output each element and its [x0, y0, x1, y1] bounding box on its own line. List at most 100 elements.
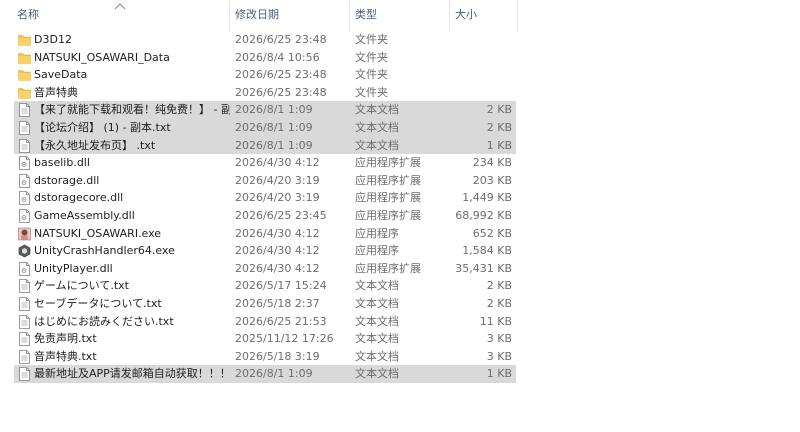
file-date: 2026/6/25 23:45: [235, 208, 327, 222]
column-header-date[interactable]: 修改日期: [230, 0, 350, 30]
text-file-icon: [18, 138, 31, 153]
file-name: GameAssembly.dll: [34, 208, 135, 222]
column-header-size[interactable]: 大小: [450, 0, 518, 30]
file-type: 文本文档: [355, 367, 399, 381]
file-type: 应用程序扩展: [355, 173, 421, 187]
file-type: 文件夹: [355, 85, 388, 99]
file-date: 2026/8/1 1:09: [235, 138, 313, 152]
file-name: セーブデータについて.txt: [34, 296, 162, 310]
file-size: 234 KB: [472, 156, 512, 170]
column-header-type[interactable]: 类型: [350, 0, 450, 30]
file-name: 最新地址及APP请发邮箱自动获取！！！...: [34, 367, 230, 381]
file-name: 音声特典.txt: [34, 349, 97, 363]
file-size: 2 KB: [486, 120, 512, 134]
file-type: 文本文档: [355, 332, 399, 346]
file-row[interactable]: baselib.dll 2026/4/30 4:12 应用程序扩展 234 KB: [14, 154, 516, 172]
file-date: 2025/11/12 17:26: [235, 332, 334, 346]
file-name: UnityCrashHandler64.exe: [34, 244, 175, 258]
file-row[interactable]: UnityPlayer.dll 2026/4/30 4:12 应用程序扩展 35,43…: [14, 260, 516, 278]
file-row[interactable]: 【论坛介绍】 (1) - 副本.txt 2026/8/1 1:09 文本文档 2 KB: [14, 118, 516, 137]
file-list: D3D12 2026/6/25 23:48 文件夹 NATSUKI_OSAWARI_D…: [0, 31, 518, 383]
file-size: 1 KB: [486, 367, 512, 381]
file-name: 免责声明.txt: [34, 332, 97, 346]
file-size: 2 KB: [486, 279, 512, 293]
file-date: 2026/6/25 23:48: [235, 68, 327, 82]
file-row[interactable]: 【永久地址发布页】 .txt 2026/8/1 1:09 文本文档 1 KB: [14, 136, 516, 155]
file-name: SaveData: [34, 68, 88, 82]
file-explorer-list: 名称 修改日期 类型 大小 D3D12 2026/6/25 23:48 文件夹 NAT…: [0, 0, 800, 432]
file-size: 2 KB: [486, 296, 512, 310]
file-type: 文件夹: [355, 68, 388, 82]
file-row[interactable]: 免责声明.txt 2025/11/12 17:26 文本文档 3 KB: [14, 330, 516, 348]
column-header-date-label: 修改日期: [235, 8, 279, 21]
file-row[interactable]: GameAssembly.dll 2026/6/25 23:45 应用程序扩展 68,…: [14, 207, 516, 225]
file-size: 203 KB: [472, 173, 512, 187]
file-name: 【永久地址发布页】 .txt: [34, 138, 156, 152]
file-type: 文本文档: [355, 349, 399, 363]
file-row[interactable]: NATSUKI_OSAWARI_Data 2026/8/4 10:56 文件夹: [14, 49, 516, 67]
file-row[interactable]: SaveData 2026/6/25 23:48 文件夹: [14, 66, 516, 84]
file-row[interactable]: NATSUKI_OSAWARI.exe 2026/4/30 4:12 应用程序 652…: [14, 225, 516, 243]
text-file-icon: [18, 121, 31, 135]
file-size: 3 KB: [486, 349, 512, 363]
file-row[interactable]: 最新地址及APP请发邮箱自动获取！！！... 2026/8/1 1:09 文本文档 1…: [14, 365, 516, 383]
file-type: 文件夹: [355, 33, 388, 46]
file-row[interactable]: dstoragecore.dll 2026/4/20 3:19 应用程序扩展 1,44…: [14, 189, 516, 207]
file-date: 2026/8/1 1:09: [235, 367, 313, 381]
file-row[interactable]: UnityCrashHandler64.exe 2026/4/30 4:12 应用程…: [14, 242, 516, 260]
file-row[interactable]: dstorage.dll 2026/4/20 3:19 应用程序扩展 203 KB: [14, 172, 516, 190]
dll-file-icon: [18, 173, 31, 188]
file-name: 【来了就能下载和观看！纯免费！】 - 副...: [34, 103, 230, 117]
file-date: 2026/6/25 23:48: [235, 85, 327, 99]
text-file-icon: [18, 367, 31, 382]
file-type: 应用程序扩展: [355, 156, 421, 170]
file-size: 2 KB: [486, 103, 512, 117]
file-name: NATSUKI_OSAWARI.exe: [34, 226, 162, 240]
file-size: 1 KB: [486, 138, 512, 152]
file-type: 应用程序: [355, 244, 399, 258]
file-date: 2026/4/20 3:19: [235, 191, 320, 205]
column-header-size-label: 大小: [455, 8, 477, 21]
file-name: ゲームについて.txt: [34, 279, 129, 293]
file-type: 应用程序: [355, 226, 399, 240]
dll-file-icon: [18, 191, 31, 206]
text-file-icon: [18, 349, 31, 364]
file-row[interactable]: はじめにお読みください.txt 2026/6/25 21:53 文本文档 11 KB: [14, 313, 516, 331]
file-date: 2026/5/18 3:19: [235, 349, 320, 363]
file-date: 2026/4/30 4:12: [235, 244, 320, 258]
file-row[interactable]: セーブデータについて.txt 2026/5/18 2:37 文本文档 2 KB: [14, 295, 516, 313]
file-type: 文本文档: [355, 120, 399, 134]
folder-icon: [18, 68, 31, 82]
file-date: 2026/4/30 4:12: [235, 226, 320, 240]
folder-icon: [18, 33, 31, 47]
dll-file-icon: [18, 156, 31, 171]
file-name: 【论坛介绍】 (1) - 副本.txt: [34, 120, 171, 134]
folder-icon: [18, 86, 31, 100]
file-type: 文本文档: [355, 279, 399, 293]
dll-file-icon: [18, 209, 31, 223]
column-header-name-label: 名称: [17, 8, 39, 21]
file-type: 应用程序扩展: [355, 208, 421, 222]
file-name: D3D12: [34, 33, 72, 46]
file-row[interactable]: 【来了就能下载和观看！纯免费！】 - 副... 2026/8/1 1:09 文本文档…: [14, 101, 516, 119]
text-file-icon: [18, 297, 31, 311]
text-file-icon: [18, 103, 31, 118]
file-date: 2026/4/30 4:12: [235, 261, 320, 275]
file-name: NATSUKI_OSAWARI_Data: [34, 50, 170, 64]
file-type: 应用程序扩展: [355, 191, 421, 205]
sort-ascending-icon: [114, 3, 126, 10]
file-date: 2026/4/20 3:19: [235, 173, 320, 187]
file-date: 2026/5/18 2:37: [235, 296, 320, 310]
file-row[interactable]: 音声特典.txt 2026/5/18 3:19 文本文档 3 KB: [14, 348, 516, 366]
file-row[interactable]: D3D12 2026/6/25 23:48 文件夹: [14, 31, 516, 49]
file-date: 2026/4/30 4:12: [235, 156, 320, 170]
column-header-type-label: 类型: [355, 8, 377, 21]
file-row[interactable]: ゲームについて.txt 2026/5/17 15:24 文本文档 2 KB: [14, 277, 516, 295]
file-row[interactable]: 音声特典 2026/6/25 23:48 文件夹: [14, 84, 516, 102]
file-name: dstorage.dll: [34, 173, 100, 187]
file-size: 1,449 KB: [462, 191, 512, 205]
unity-exe-icon: [18, 244, 31, 258]
file-size: 11 KB: [479, 314, 512, 328]
column-header-name[interactable]: 名称: [0, 0, 230, 30]
file-type: 文本文档: [355, 103, 399, 117]
